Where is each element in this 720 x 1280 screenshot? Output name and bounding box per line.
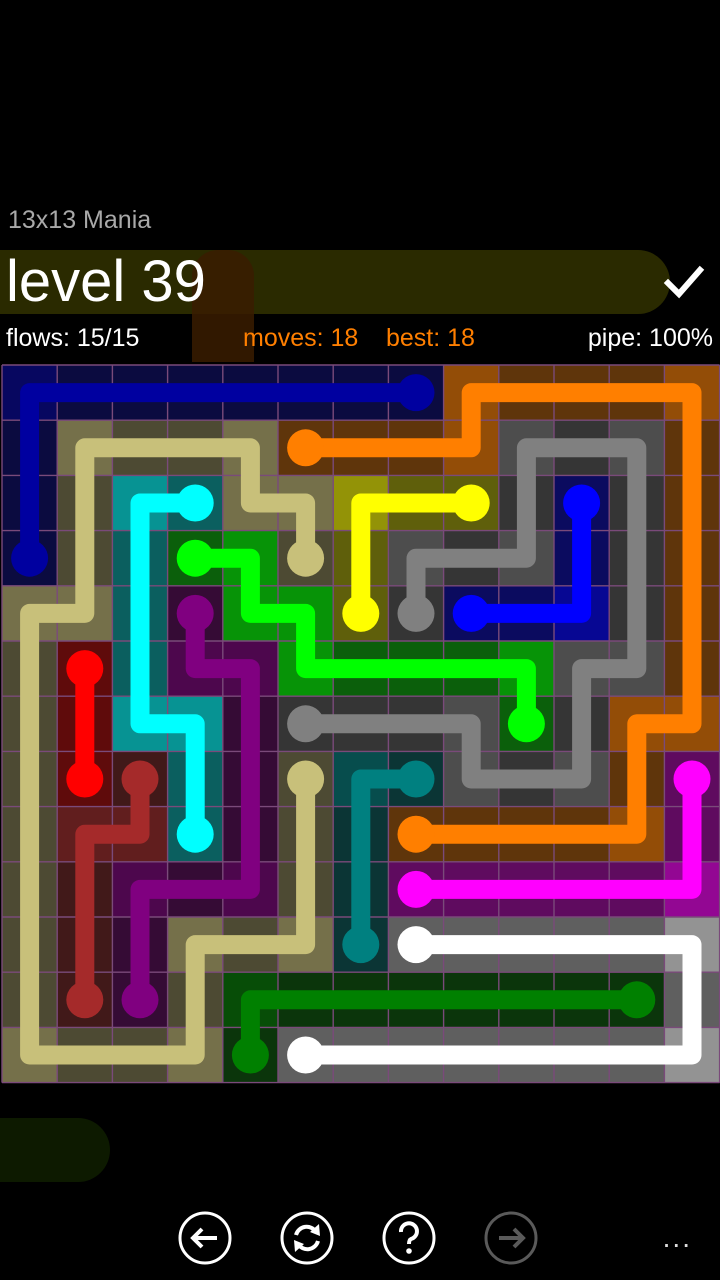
moves-counter: moves: 18 (243, 324, 359, 352)
refresh-icon[interactable] (279, 1210, 335, 1266)
endpoint-orange (287, 429, 325, 467)
endpoint-navy (11, 539, 49, 577)
more-options[interactable]: ... (663, 1222, 692, 1254)
pack-title: 13x13 Mania (8, 206, 152, 234)
endpoint-yellow (452, 484, 490, 522)
endpoint-white (397, 926, 435, 964)
endpoint-khaki (287, 760, 325, 798)
endpoint-teal (397, 760, 435, 798)
help-icon[interactable] (381, 1210, 437, 1266)
endpoint-red (66, 760, 104, 798)
endpoint-teal (342, 926, 380, 964)
endpoint-navy (397, 374, 435, 412)
endpoint-green (231, 1036, 269, 1074)
back-arrow-icon[interactable] (177, 1210, 233, 1266)
checkmark-icon (663, 265, 705, 299)
endpoint-orange (397, 815, 435, 853)
endpoint-purple (176, 594, 214, 632)
endpoint-lime (176, 539, 214, 577)
forward-arrow-icon (484, 1211, 538, 1265)
game-board[interactable] (0, 363, 720, 1085)
endpoint-khaki (287, 539, 325, 577)
flows-counter: flows: 15/15 (6, 324, 140, 352)
endpoint-yellow (342, 594, 380, 632)
endpoint-cyan (176, 484, 214, 522)
endpoint-purple (121, 981, 159, 1019)
best-counter: best: 18 (386, 324, 475, 352)
endpoint-cyan (176, 815, 214, 853)
endpoint-lime (507, 705, 545, 743)
endpoint-magenta (673, 760, 711, 798)
endpoint-blue (563, 484, 601, 522)
endpoint-gray (397, 594, 435, 632)
pipe-percentage: pipe: 100% (587, 324, 713, 352)
endpoint-white (287, 1036, 325, 1074)
endpoint-brown (66, 981, 104, 1019)
endpoint-red (66, 650, 104, 688)
endpoint-green (618, 981, 656, 1019)
endpoint-magenta (397, 870, 435, 908)
level-title: level 39 (6, 249, 206, 314)
endpoint-gray (287, 705, 325, 743)
ad-placeholder (0, 1118, 110, 1182)
endpoint-blue (452, 594, 490, 632)
endpoint-brown (121, 760, 159, 798)
